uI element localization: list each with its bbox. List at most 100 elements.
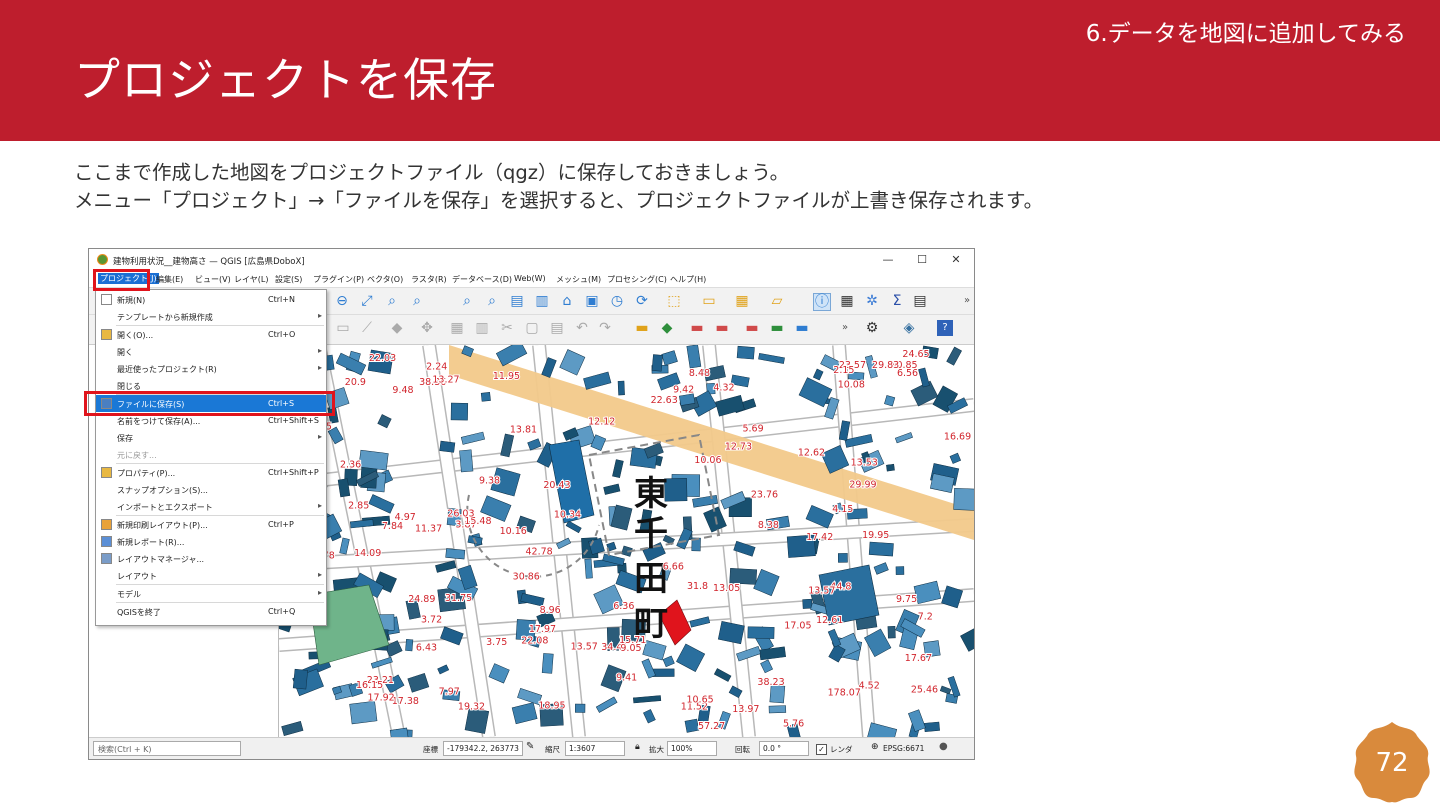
description-line-2: メニュー「プロジェクト」→「ファイルを保存」を選択すると、プロジェクトファイルが…: [74, 189, 1044, 212]
plugin-icon[interactable]: ⚙: [864, 320, 880, 336]
menu-processing[interactable]: プロセシング(C): [607, 274, 667, 285]
maximize-button[interactable]: ☐: [909, 251, 935, 269]
show-label-icon[interactable]: ▬: [714, 320, 730, 336]
menu-database[interactable]: データベース(D): [452, 274, 512, 285]
select-location-icon[interactable]: ▱: [769, 293, 785, 309]
select-features-icon[interactable]: ⬚: [666, 293, 682, 309]
menu-mesh[interactable]: メッシュ(M): [556, 274, 601, 285]
zoom-layer-icon[interactable]: ⌕: [384, 293, 400, 309]
help-icon[interactable]: ?: [937, 320, 953, 336]
scale-select[interactable]: 1:3607: [565, 741, 625, 756]
menu-item-2[interactable]: 開く(O)... Ctrl+O: [96, 326, 326, 343]
redo-icon[interactable]: ↷: [597, 320, 613, 336]
python-icon[interactable]: ◈: [901, 320, 917, 336]
coordinate-toggle-icon[interactable]: ✎: [526, 741, 534, 752]
identify-icon[interactable]: ⓘ: [813, 293, 831, 311]
clock-icon[interactable]: ◷: [609, 293, 625, 309]
delete-feature-icon[interactable]: ▦: [449, 320, 465, 336]
menu-layer[interactable]: レイヤ(L): [234, 274, 268, 285]
menu-plugins[interactable]: プラグイン(P): [313, 274, 364, 285]
building: [953, 487, 974, 511]
select-by-value-icon[interactable]: ▦: [734, 293, 750, 309]
menu-item-1[interactable]: テンプレートから新規作成 ▸: [96, 308, 326, 325]
menu-item-0[interactable]: 新規(N) Ctrl+N: [96, 291, 326, 308]
paste-icon[interactable]: ▤: [549, 320, 565, 336]
change-label-icon[interactable]: ▬: [794, 320, 810, 336]
move-feature-icon[interactable]: ✥: [419, 320, 435, 336]
pin-label-icon[interactable]: ▬: [689, 320, 705, 336]
scale-label: 縮尺: [545, 745, 560, 754]
statistics-sigma-icon[interactable]: Σ: [889, 293, 905, 309]
menu-item-3[interactable]: 開く ▸: [96, 343, 326, 360]
menu-item-15[interactable]: レイアウトマネージャ...: [96, 550, 326, 567]
render-checkbox[interactable]: ✓: [816, 744, 827, 755]
vertex-tool-icon[interactable]: ◆: [389, 320, 405, 336]
deselect-icon[interactable]: ▭: [701, 293, 717, 309]
menu-item-9[interactable]: 元に戻す...: [96, 446, 326, 463]
zoom-selection-icon[interactable]: ⌕: [409, 293, 425, 309]
label-icon[interactable]: ▬: [634, 320, 650, 336]
height-label: 2.36: [340, 459, 361, 470]
add-line-icon[interactable]: ⟋: [359, 320, 375, 336]
zoom-full-icon[interactable]: ⤢: [359, 293, 375, 309]
menu-vector[interactable]: ベクタ(O): [367, 274, 403, 285]
digitize-icon[interactable]: ▭: [335, 320, 351, 336]
menu-item-4[interactable]: 最近使ったプロジェクト(R) ▸: [96, 360, 326, 377]
building: [768, 705, 787, 714]
menu-edit[interactable]: 編集(E): [156, 274, 183, 285]
height-label: 15.71: [619, 635, 646, 646]
copy-icon[interactable]: ▢: [524, 320, 540, 336]
menu-web[interactable]: Web(W): [514, 274, 546, 283]
menu-item-10[interactable]: プロパティ(P)... Ctrl+Shift+P: [96, 464, 326, 481]
attribute-table-icon[interactable]: ▦: [839, 293, 855, 309]
coordinate-field[interactable]: -179342.2, 263773: [443, 741, 523, 756]
zoom-last-icon[interactable]: ⌕: [459, 293, 475, 309]
magnify-field[interactable]: 100%: [667, 741, 717, 756]
cut-icon[interactable]: ✂: [499, 320, 515, 336]
toolbar-overflow-icon[interactable]: »: [959, 293, 974, 309]
rotate-label-icon[interactable]: ▬: [769, 320, 785, 336]
label-style-icon[interactable]: ◆: [659, 320, 675, 336]
locator-search-input[interactable]: 検索(Ctrl + K): [93, 741, 241, 756]
menu-item-16[interactable]: レイアウト ▸: [96, 567, 326, 584]
crs-globe-icon[interactable]: ⊕: [871, 742, 879, 752]
crs-label[interactable]: EPSG:6671: [883, 744, 924, 753]
menu-item-shortcut: Ctrl+Shift+S: [268, 416, 319, 425]
refresh-icon[interactable]: ⟳: [634, 293, 650, 309]
height-label: 17.92: [368, 693, 395, 704]
lock-icon[interactable]: 🔒︎: [635, 742, 640, 752]
show-bookmarks-icon[interactable]: ▥: [534, 293, 550, 309]
building: [617, 380, 625, 396]
bookmark-icon[interactable]: ▤: [509, 293, 525, 309]
close-button[interactable]: ✕: [943, 251, 969, 269]
toolbar2-overflow-icon[interactable]: »: [837, 320, 853, 336]
menu-item-18[interactable]: QGISを終了 Ctrl+Q: [96, 603, 326, 620]
menu-view[interactable]: ビュー(V): [195, 274, 231, 285]
menu-item-label: レイアウト: [117, 572, 157, 581]
measure-icon[interactable]: ▤: [912, 293, 928, 309]
temporal-icon[interactable]: ⌂: [559, 293, 575, 309]
trash-icon[interactable]: ▥: [474, 320, 490, 336]
menu-help[interactable]: ヘルプ(H): [670, 274, 706, 285]
building: [541, 653, 554, 674]
decorations-icon[interactable]: ▣: [584, 293, 600, 309]
settings-gear-icon[interactable]: ✲: [864, 293, 880, 309]
messages-icon[interactable]: ●: [939, 741, 948, 752]
height-label: 13.05: [713, 583, 740, 594]
menu-settings[interactable]: 設定(S): [275, 274, 302, 285]
menu-item-13[interactable]: 新規印刷レイアウト(P)... Ctrl+P: [96, 516, 326, 533]
undo-icon[interactable]: ↶: [574, 320, 590, 336]
menu-item-12[interactable]: インポートとエクスポート ▸: [96, 498, 326, 515]
rotation-field[interactable]: 0.0 °: [759, 741, 809, 756]
menu-item-14[interactable]: 新規レポート(R)...: [96, 533, 326, 550]
move-label-icon[interactable]: ▬: [744, 320, 760, 336]
menu-item-17[interactable]: モデル ▸: [96, 585, 326, 602]
building: [349, 700, 378, 725]
minimize-button[interactable]: —: [875, 251, 901, 269]
menu-raster[interactable]: ラスタ(R): [411, 274, 447, 285]
menu-item-8[interactable]: 保存 ▸: [96, 429, 326, 446]
map-canvas[interactable]: 東千田町59.788.486.363.8738.3644.830.8513.81…: [279, 345, 974, 737]
menu-item-11[interactable]: スナップオプション(S)...: [96, 481, 326, 498]
zoom-out-icon[interactable]: ⊖: [334, 293, 350, 309]
zoom-next-icon[interactable]: ⌕: [484, 293, 500, 309]
